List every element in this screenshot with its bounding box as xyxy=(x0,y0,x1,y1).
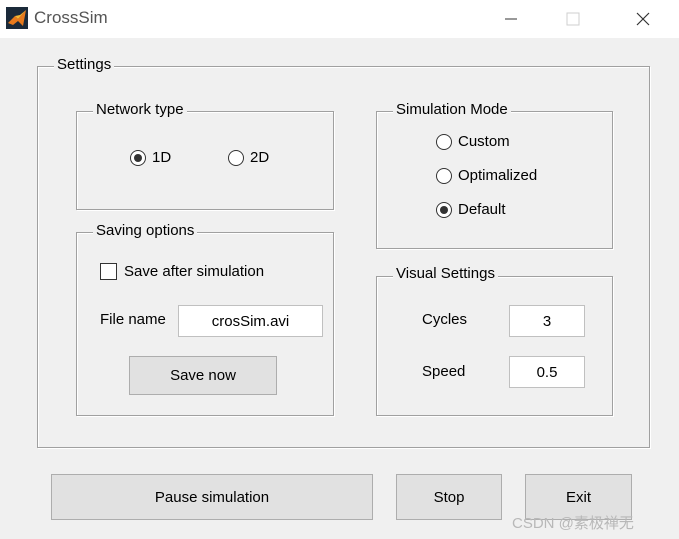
close-button[interactable] xyxy=(620,0,666,38)
visual-settings-legend: Visual Settings xyxy=(393,265,498,282)
cycles-input[interactable]: 3 xyxy=(509,305,585,337)
save-now-button[interactable]: Save now xyxy=(129,356,277,395)
radio-default[interactable]: Default xyxy=(436,201,506,218)
radio-unselected-icon xyxy=(436,167,452,184)
radio-1d[interactable]: 1D xyxy=(130,149,171,166)
radio-2d-label: 2D xyxy=(250,149,270,166)
save-after-simulation-checkbox[interactable]: Save after simulation xyxy=(100,263,264,280)
watermark-text: CSDN @素极禅无 xyxy=(512,515,634,532)
network-type-group xyxy=(76,111,334,210)
checkbox-unchecked-icon xyxy=(100,263,117,280)
matlab-app-icon xyxy=(6,7,28,29)
radio-default-label: Default xyxy=(458,201,506,218)
window-title: CrossSim xyxy=(34,8,108,27)
saving-options-legend: Saving options xyxy=(93,222,198,239)
speed-input[interactable]: 0.5 xyxy=(509,356,585,388)
file-name-input[interactable]: crosSim.avi xyxy=(178,305,323,337)
minimize-button[interactable] xyxy=(488,0,534,38)
radio-unselected-icon xyxy=(228,149,244,166)
radio-selected-icon xyxy=(130,149,146,166)
file-name-label: File name xyxy=(100,311,166,328)
cycles-label: Cycles xyxy=(422,311,468,328)
radio-selected-icon xyxy=(436,201,452,218)
radio-2d[interactable]: 2D xyxy=(228,149,269,166)
save-after-simulation-label: Save after simulation xyxy=(124,263,265,280)
visual-settings-group xyxy=(376,276,613,416)
maximize-icon xyxy=(566,12,580,26)
radio-unselected-icon xyxy=(436,133,452,150)
radio-custom-label: Custom xyxy=(458,133,510,150)
simulation-mode-legend: Simulation Mode xyxy=(393,101,511,118)
close-icon xyxy=(636,12,650,26)
radio-optimalized[interactable]: Optimalized xyxy=(436,167,537,184)
settings-legend: Settings xyxy=(54,56,115,73)
radio-optimalized-label: Optimalized xyxy=(458,167,538,184)
maximize-button[interactable] xyxy=(550,0,596,38)
stop-button[interactable]: Stop xyxy=(396,474,502,520)
radio-1d-label: 1D xyxy=(152,149,172,166)
pause-simulation-button[interactable]: Pause simulation xyxy=(51,474,373,520)
radio-custom[interactable]: Custom xyxy=(436,133,510,150)
minimize-icon xyxy=(505,18,517,20)
network-type-legend: Network type xyxy=(93,101,187,118)
speed-label: Speed xyxy=(422,363,466,380)
